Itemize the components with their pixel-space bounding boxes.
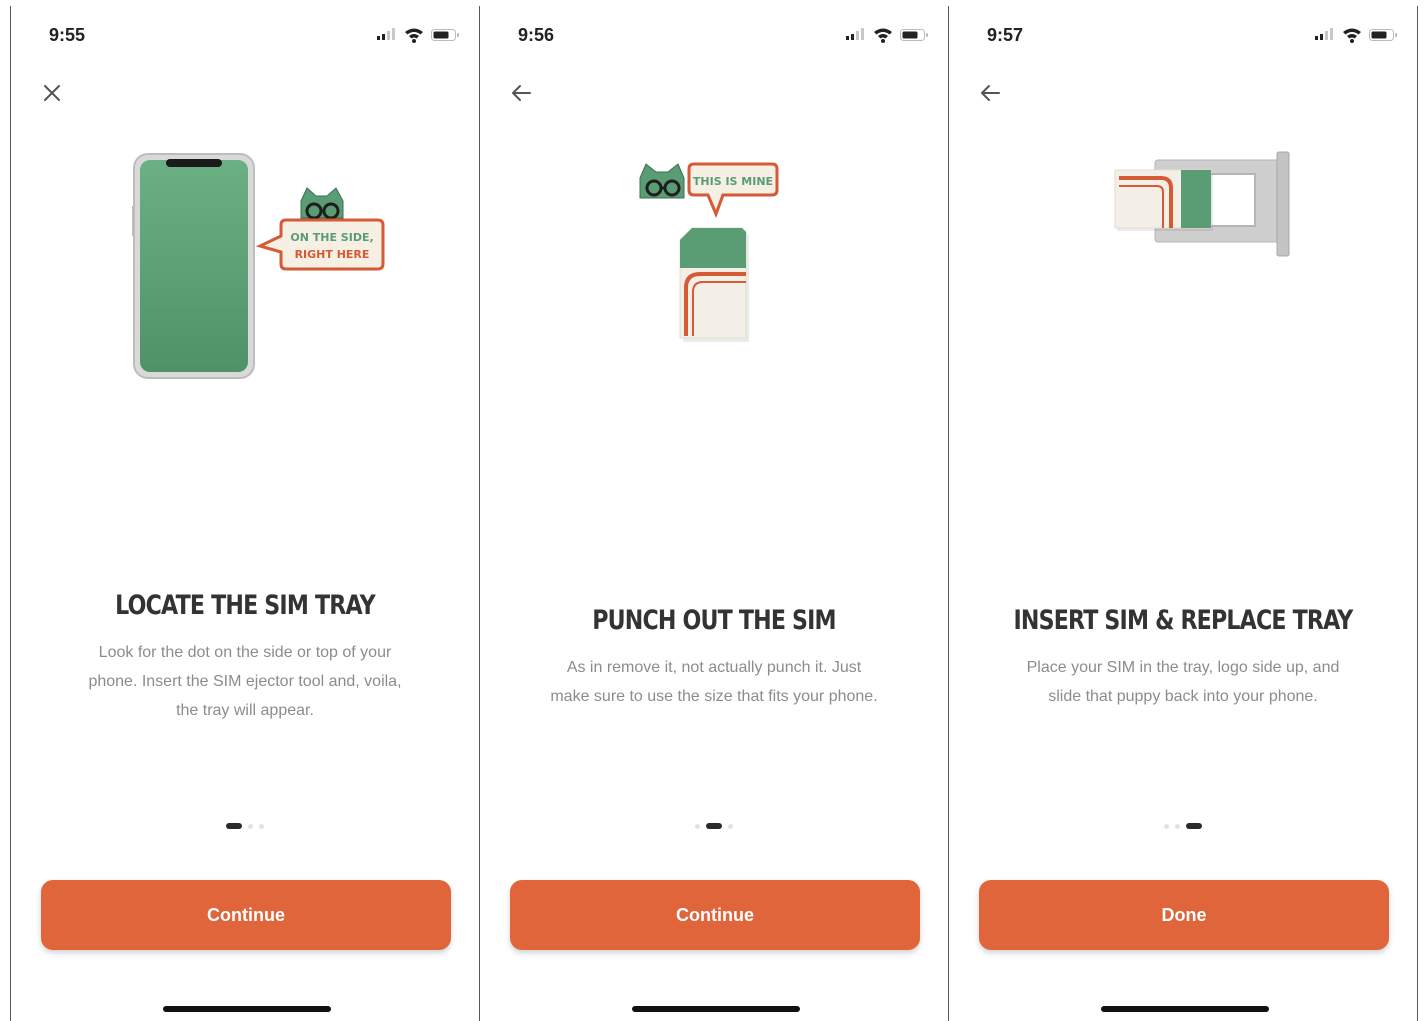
page-indicator (949, 822, 1417, 830)
description-line: Look for the dot on the side or top of y… (98, 644, 392, 661)
page-title: LOCATE THE SIM TRAY (115, 590, 376, 621)
description-line: As in remove it, not actually punch it. … (566, 659, 862, 676)
continue-button[interactable]: Continue (510, 880, 920, 950)
description-line: slide that puppy back into your phone. (1048, 688, 1318, 705)
page-dot (1164, 823, 1169, 829)
home-indicator (1101, 1006, 1269, 1012)
screen-punch-out-sim: 9:56 THIS IS MINE PUNCH OUT THE SIM As i… (479, 6, 948, 1021)
description-line: the tray will appear. (176, 702, 314, 719)
phone-illustration: ON THE SIDE, RIGHT HERE (132, 153, 385, 379)
page-dot (1175, 823, 1180, 829)
page-title: PUNCH OUT THE SIM (592, 605, 836, 636)
sim-card-graphic (1114, 169, 1213, 231)
speech-bubble: ON THE SIDE, RIGHT HERE (255, 218, 385, 271)
home-indicator (163, 1006, 331, 1012)
sim-tray-illustration (1114, 151, 1290, 257)
page-description: Place your SIM in the tray, logo side up… (949, 653, 1417, 711)
sim-card-graphic (679, 227, 749, 342)
speech-bubble: THIS IS MINE (687, 162, 779, 219)
phone-graphic (132, 153, 255, 379)
description-line: make sure to use the size that fits your… (550, 688, 878, 705)
description-line: Place your SIM in the tray, logo side up… (1026, 659, 1340, 676)
page-dot (728, 823, 733, 829)
page-description: Look for the dot on the side or top of y… (11, 638, 479, 725)
page-title: INSERT SIM & REPLACE TRAY (1013, 605, 1353, 636)
page-indicator (480, 822, 948, 830)
page-description: As in remove it, not actually punch it. … (480, 653, 948, 711)
page-dot-active (226, 823, 242, 829)
page-dot (248, 823, 253, 829)
screen-locate-sim-tray: 9:55 ON THE SIDE, RIGHT HERE LOCATE THE … (10, 6, 479, 1021)
page-dot-active (706, 823, 722, 829)
page-dot (259, 823, 264, 829)
continue-button[interactable]: Continue (41, 880, 451, 950)
page-dot-active (1186, 823, 1202, 829)
page-dot (695, 823, 700, 829)
screen-insert-sim-replace-tray: 9:57 INSERT SIM & REPLACE TRAY Place you… (948, 6, 1418, 1021)
onboarding-screens: 9:55 ON THE SIDE, RIGHT HERE LOCATE THE … (0, 0, 1426, 1021)
bubble-line-1: ON THE SIDE, (290, 231, 373, 244)
description-line: phone. Insert the SIM ejector tool and, … (88, 673, 402, 690)
page-indicator (11, 822, 479, 830)
bubble-line-2: RIGHT HERE (295, 248, 370, 261)
done-button[interactable]: Done (979, 880, 1389, 950)
home-indicator (632, 1006, 800, 1012)
mascot-graphic (300, 187, 344, 220)
sim-card-illustration: THIS IS MINE (639, 162, 779, 342)
bubble-line-1: THIS IS MINE (693, 175, 773, 188)
mascot-graphic (639, 163, 685, 199)
